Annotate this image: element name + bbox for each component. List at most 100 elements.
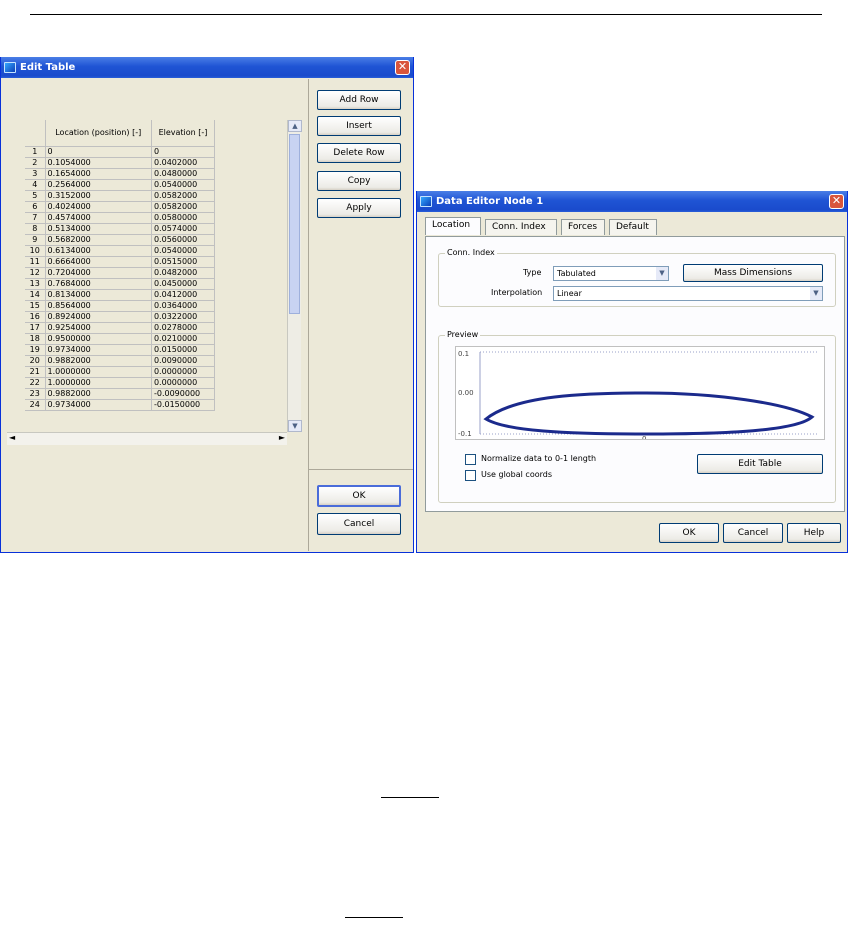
row-header[interactable]: 2 xyxy=(25,157,46,169)
row-header[interactable]: 7 xyxy=(25,212,46,224)
table-cell[interactable]: 0.9254000 xyxy=(45,322,152,334)
table-cell[interactable]: 0.0480000 xyxy=(151,168,216,180)
row-header[interactable]: 24 xyxy=(25,399,46,411)
chevron-down-icon[interactable]: ▼ xyxy=(810,287,822,300)
table-cell[interactable]: -0.0150000 xyxy=(151,399,216,411)
table-row[interactable]: 14 0.8134000 0.0412000 xyxy=(25,289,216,301)
table-cell[interactable]: 0.0090000 xyxy=(151,355,216,367)
table-row[interactable]: 22 1.0000000 0.0000000 xyxy=(25,377,216,389)
apply-button[interactable]: Apply xyxy=(317,198,401,218)
global-coords-checkbox[interactable] xyxy=(465,470,476,481)
row-header[interactable]: 4 xyxy=(25,179,46,191)
help-button[interactable]: Help xyxy=(787,523,841,543)
table-cell[interactable]: 0.9734000 xyxy=(45,344,152,356)
scroll-up-arrow[interactable]: ▲ xyxy=(288,120,302,132)
add-row-button[interactable]: Add Row xyxy=(317,90,401,110)
close-icon[interactable]: ✕ xyxy=(829,194,844,209)
table-cell[interactable]: 0.0364000 xyxy=(151,300,216,312)
table-cell[interactable]: 0.0000000 xyxy=(151,377,216,389)
table-cell[interactable]: 0.0150000 xyxy=(151,344,216,356)
table-row[interactable]: 11 0.6664000 0.0515000 xyxy=(25,256,216,268)
table-cell[interactable]: 0.7684000 xyxy=(45,278,152,290)
table-row[interactable]: 23 0.9882000 -0.0090000 xyxy=(25,388,216,400)
tab-location[interactable]: Location xyxy=(425,217,481,235)
table-row[interactable]: 21 1.0000000 0.0000000 xyxy=(25,366,216,378)
table-cell[interactable]: 0.2564000 xyxy=(45,179,152,191)
table-cell[interactable]: 0.1054000 xyxy=(45,157,152,169)
chevron-down-icon[interactable]: ▼ xyxy=(656,267,668,280)
table-cell[interactable]: 0.0540000 xyxy=(151,179,216,191)
row-header[interactable]: 20 xyxy=(25,355,46,367)
table-cell[interactable]: -0.0090000 xyxy=(151,388,216,400)
table-cell[interactable]: 0.6664000 xyxy=(45,256,152,268)
scroll-left-arrow[interactable]: ◄ xyxy=(9,433,15,442)
table-row[interactable]: 15 0.8564000 0.0364000 xyxy=(25,300,216,312)
table-row[interactable]: 10 0.6134000 0.0540000 xyxy=(25,245,216,257)
tab-default[interactable]: Default xyxy=(609,219,657,235)
table-cell[interactable]: 0.0580000 xyxy=(151,212,216,224)
table-row[interactable]: 20 0.9882000 0.0090000 xyxy=(25,355,216,367)
table-row[interactable]: 3 0.1654000 0.0480000 xyxy=(25,168,216,180)
table-row[interactable]: 19 0.9734000 0.0150000 xyxy=(25,344,216,356)
interpolation-select[interactable]: Linear ▼ xyxy=(553,286,823,301)
table-cell[interactable]: 0.3152000 xyxy=(45,190,152,202)
table-row[interactable]: 100 xyxy=(25,146,216,158)
table-cell[interactable]: 0.0574000 xyxy=(151,223,216,235)
table-row[interactable]: 2 0.1054000 0.0402000 xyxy=(25,157,216,169)
row-header[interactable]: 1 xyxy=(25,146,46,158)
table-row[interactable]: 17 0.9254000 0.0278000 xyxy=(25,322,216,334)
table-cell[interactable]: 0.1654000 xyxy=(45,168,152,180)
table-cell[interactable]: 1.0000000 xyxy=(45,377,152,389)
normalize-checkbox[interactable] xyxy=(465,454,476,465)
table-cell[interactable]: 0.5134000 xyxy=(45,223,152,235)
table-cell[interactable]: 0.4024000 xyxy=(45,201,152,213)
vertical-scrollbar[interactable]: ▲ ▼ xyxy=(287,120,302,432)
row-header[interactable]: 19 xyxy=(25,344,46,356)
close-icon[interactable]: ✕ xyxy=(395,60,410,75)
row-header[interactable]: 21 xyxy=(25,366,46,378)
tab-conn-index[interactable]: Conn. Index xyxy=(485,219,557,235)
table-row[interactable]: 5 0.3152000 0.0582000 xyxy=(25,190,216,202)
horizontal-scrollbar[interactable]: ◄ ► xyxy=(7,432,287,445)
row-header[interactable]: 9 xyxy=(25,234,46,246)
table-cell[interactable]: 0.0278000 xyxy=(151,322,216,334)
table-cell[interactable]: 0.8564000 xyxy=(45,300,152,312)
table-cell[interactable]: 0.8924000 xyxy=(45,311,152,323)
table-cell[interactable]: 0.9882000 xyxy=(45,355,152,367)
table-row[interactable]: 12 0.7204000 0.0482000 xyxy=(25,267,216,279)
row-header[interactable]: 14 xyxy=(25,289,46,301)
edit-table-button[interactable]: Edit Table xyxy=(697,454,823,474)
table-row[interactable]: 9 0.5682000 0.0560000 xyxy=(25,234,216,246)
table-cell[interactable]: 1.0000000 xyxy=(45,366,152,378)
cancel-button[interactable]: Cancel xyxy=(317,513,401,535)
table-cell[interactable]: 0.6134000 xyxy=(45,245,152,257)
scroll-right-arrow[interactable]: ► xyxy=(279,433,285,442)
insert-button[interactable]: Insert xyxy=(317,116,401,136)
table-cell[interactable]: 0.0560000 xyxy=(151,234,216,246)
table-row[interactable]: 8 0.5134000 0.0574000 xyxy=(25,223,216,235)
table-row[interactable]: 4 0.2564000 0.0540000 xyxy=(25,179,216,191)
row-header[interactable]: 15 xyxy=(25,300,46,312)
column-header[interactable]: Elevation [-] xyxy=(151,120,216,147)
row-header[interactable]: 23 xyxy=(25,388,46,400)
column-header[interactable]: Location (position) [-] xyxy=(45,120,152,147)
tab-forces[interactable]: Forces xyxy=(561,219,605,235)
table-row[interactable]: 7 0.4574000 0.0580000 xyxy=(25,212,216,224)
data-editor-titlebar[interactable]: Data Editor Node 1 ✕ xyxy=(417,191,847,212)
table-cell[interactable]: 0.9500000 xyxy=(45,333,152,345)
row-header[interactable]: 13 xyxy=(25,278,46,290)
scroll-down-arrow[interactable]: ▼ xyxy=(288,420,302,432)
table-cell[interactable]: 0.0482000 xyxy=(151,267,216,279)
table-cell[interactable]: 0.0540000 xyxy=(151,245,216,257)
mass-dimensions-button[interactable]: Mass Dimensions xyxy=(683,264,823,282)
ok-button[interactable]: OK xyxy=(659,523,719,543)
row-header[interactable]: 11 xyxy=(25,256,46,268)
table-row[interactable]: 24 0.9734000 -0.0150000 xyxy=(25,399,216,411)
table-cell[interactable]: 0.9734000 xyxy=(45,399,152,411)
table-row[interactable]: 6 0.4024000 0.0582000 xyxy=(25,201,216,213)
table-row[interactable]: 18 0.9500000 0.0210000 xyxy=(25,333,216,345)
row-header[interactable]: 8 xyxy=(25,223,46,235)
row-header[interactable]: 22 xyxy=(25,377,46,389)
row-header[interactable]: 6 xyxy=(25,201,46,213)
cancel-button[interactable]: Cancel xyxy=(723,523,783,543)
